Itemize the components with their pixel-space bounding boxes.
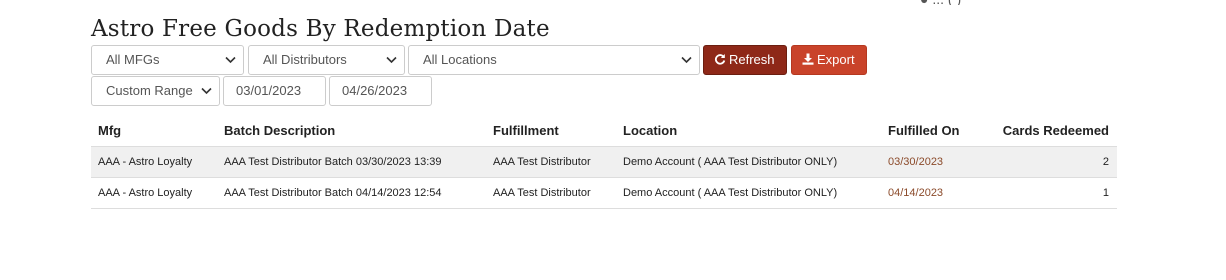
chevron-down-icon xyxy=(225,46,236,64)
distributor-select[interactable]: All Distributors xyxy=(248,45,405,75)
table-row[interactable]: AAA - Astro Loyalty AAA Test Distributor… xyxy=(91,146,1117,178)
location-select[interactable]: All Locations xyxy=(408,45,700,75)
mfg-select[interactable]: All MFGs xyxy=(91,45,244,75)
mfg-select-value: All MFGs xyxy=(106,52,160,67)
refresh-label: Refresh xyxy=(729,52,775,67)
column-header-batch-description[interactable]: Batch Description xyxy=(217,114,486,147)
end-date-value: 04/26/2023 xyxy=(342,83,408,98)
cell-location: Demo Account ( AAA Test Distributor ONLY… xyxy=(616,146,881,178)
cell-fulfillment: AAA Test Distributor xyxy=(486,177,616,209)
column-header-fulfillment[interactable]: Fulfillment xyxy=(486,114,616,147)
redemptions-table: Mfg Batch Description Fulfillment Locati… xyxy=(91,114,1117,209)
cell-location: Demo Account ( AAA Test Distributor ONLY… xyxy=(616,177,881,209)
cell-fulfilled-on: 04/14/2023 xyxy=(881,177,991,209)
page-title: Astro Free Goods By Redemption Date xyxy=(91,16,550,42)
start-date-value: 03/01/2023 xyxy=(236,83,302,98)
chevron-down-icon xyxy=(681,46,692,64)
cell-batch-description: AAA Test Distributor Batch 04/14/2023 12… xyxy=(217,177,486,209)
cell-batch-description: AAA Test Distributor Batch 03/30/2023 13… xyxy=(217,146,486,178)
start-date-input[interactable]: 03/01/2023 xyxy=(223,76,326,106)
clipped-header-text: ● ... ( ) xyxy=(920,0,1200,5)
chevron-down-icon xyxy=(201,77,212,95)
table-row[interactable]: AAA - Astro Loyalty AAA Test Distributor… xyxy=(91,177,1117,209)
table-header-row: Mfg Batch Description Fulfillment Locati… xyxy=(91,114,1117,147)
cell-fulfillment: AAA Test Distributor xyxy=(486,146,616,178)
column-header-location[interactable]: Location xyxy=(616,114,881,147)
column-header-cards-redeemed[interactable]: Cards Redeemed xyxy=(991,114,1117,147)
cell-cards-redeemed: 1 xyxy=(991,177,1117,209)
export-button[interactable]: Export xyxy=(791,45,867,75)
column-header-mfg[interactable]: Mfg xyxy=(91,114,217,147)
date-range-select[interactable]: Custom Range xyxy=(91,76,220,106)
cell-fulfilled-on: 03/30/2023 xyxy=(881,146,991,178)
distributor-select-value: All Distributors xyxy=(263,52,347,67)
date-range-select-value: Custom Range xyxy=(106,83,193,98)
cell-cards-redeemed: 2 xyxy=(991,146,1117,178)
export-label: Export xyxy=(817,52,855,67)
cell-mfg: AAA - Astro Loyalty xyxy=(91,177,217,209)
refresh-button[interactable]: Refresh xyxy=(703,45,787,75)
end-date-input[interactable]: 04/26/2023 xyxy=(329,76,432,106)
column-header-fulfilled-on[interactable]: Fulfilled On xyxy=(881,114,991,147)
location-select-value: All Locations xyxy=(423,52,497,67)
chevron-down-icon xyxy=(386,46,397,64)
refresh-icon xyxy=(714,46,726,74)
cell-mfg: AAA - Astro Loyalty xyxy=(91,146,217,178)
download-icon xyxy=(802,46,814,74)
